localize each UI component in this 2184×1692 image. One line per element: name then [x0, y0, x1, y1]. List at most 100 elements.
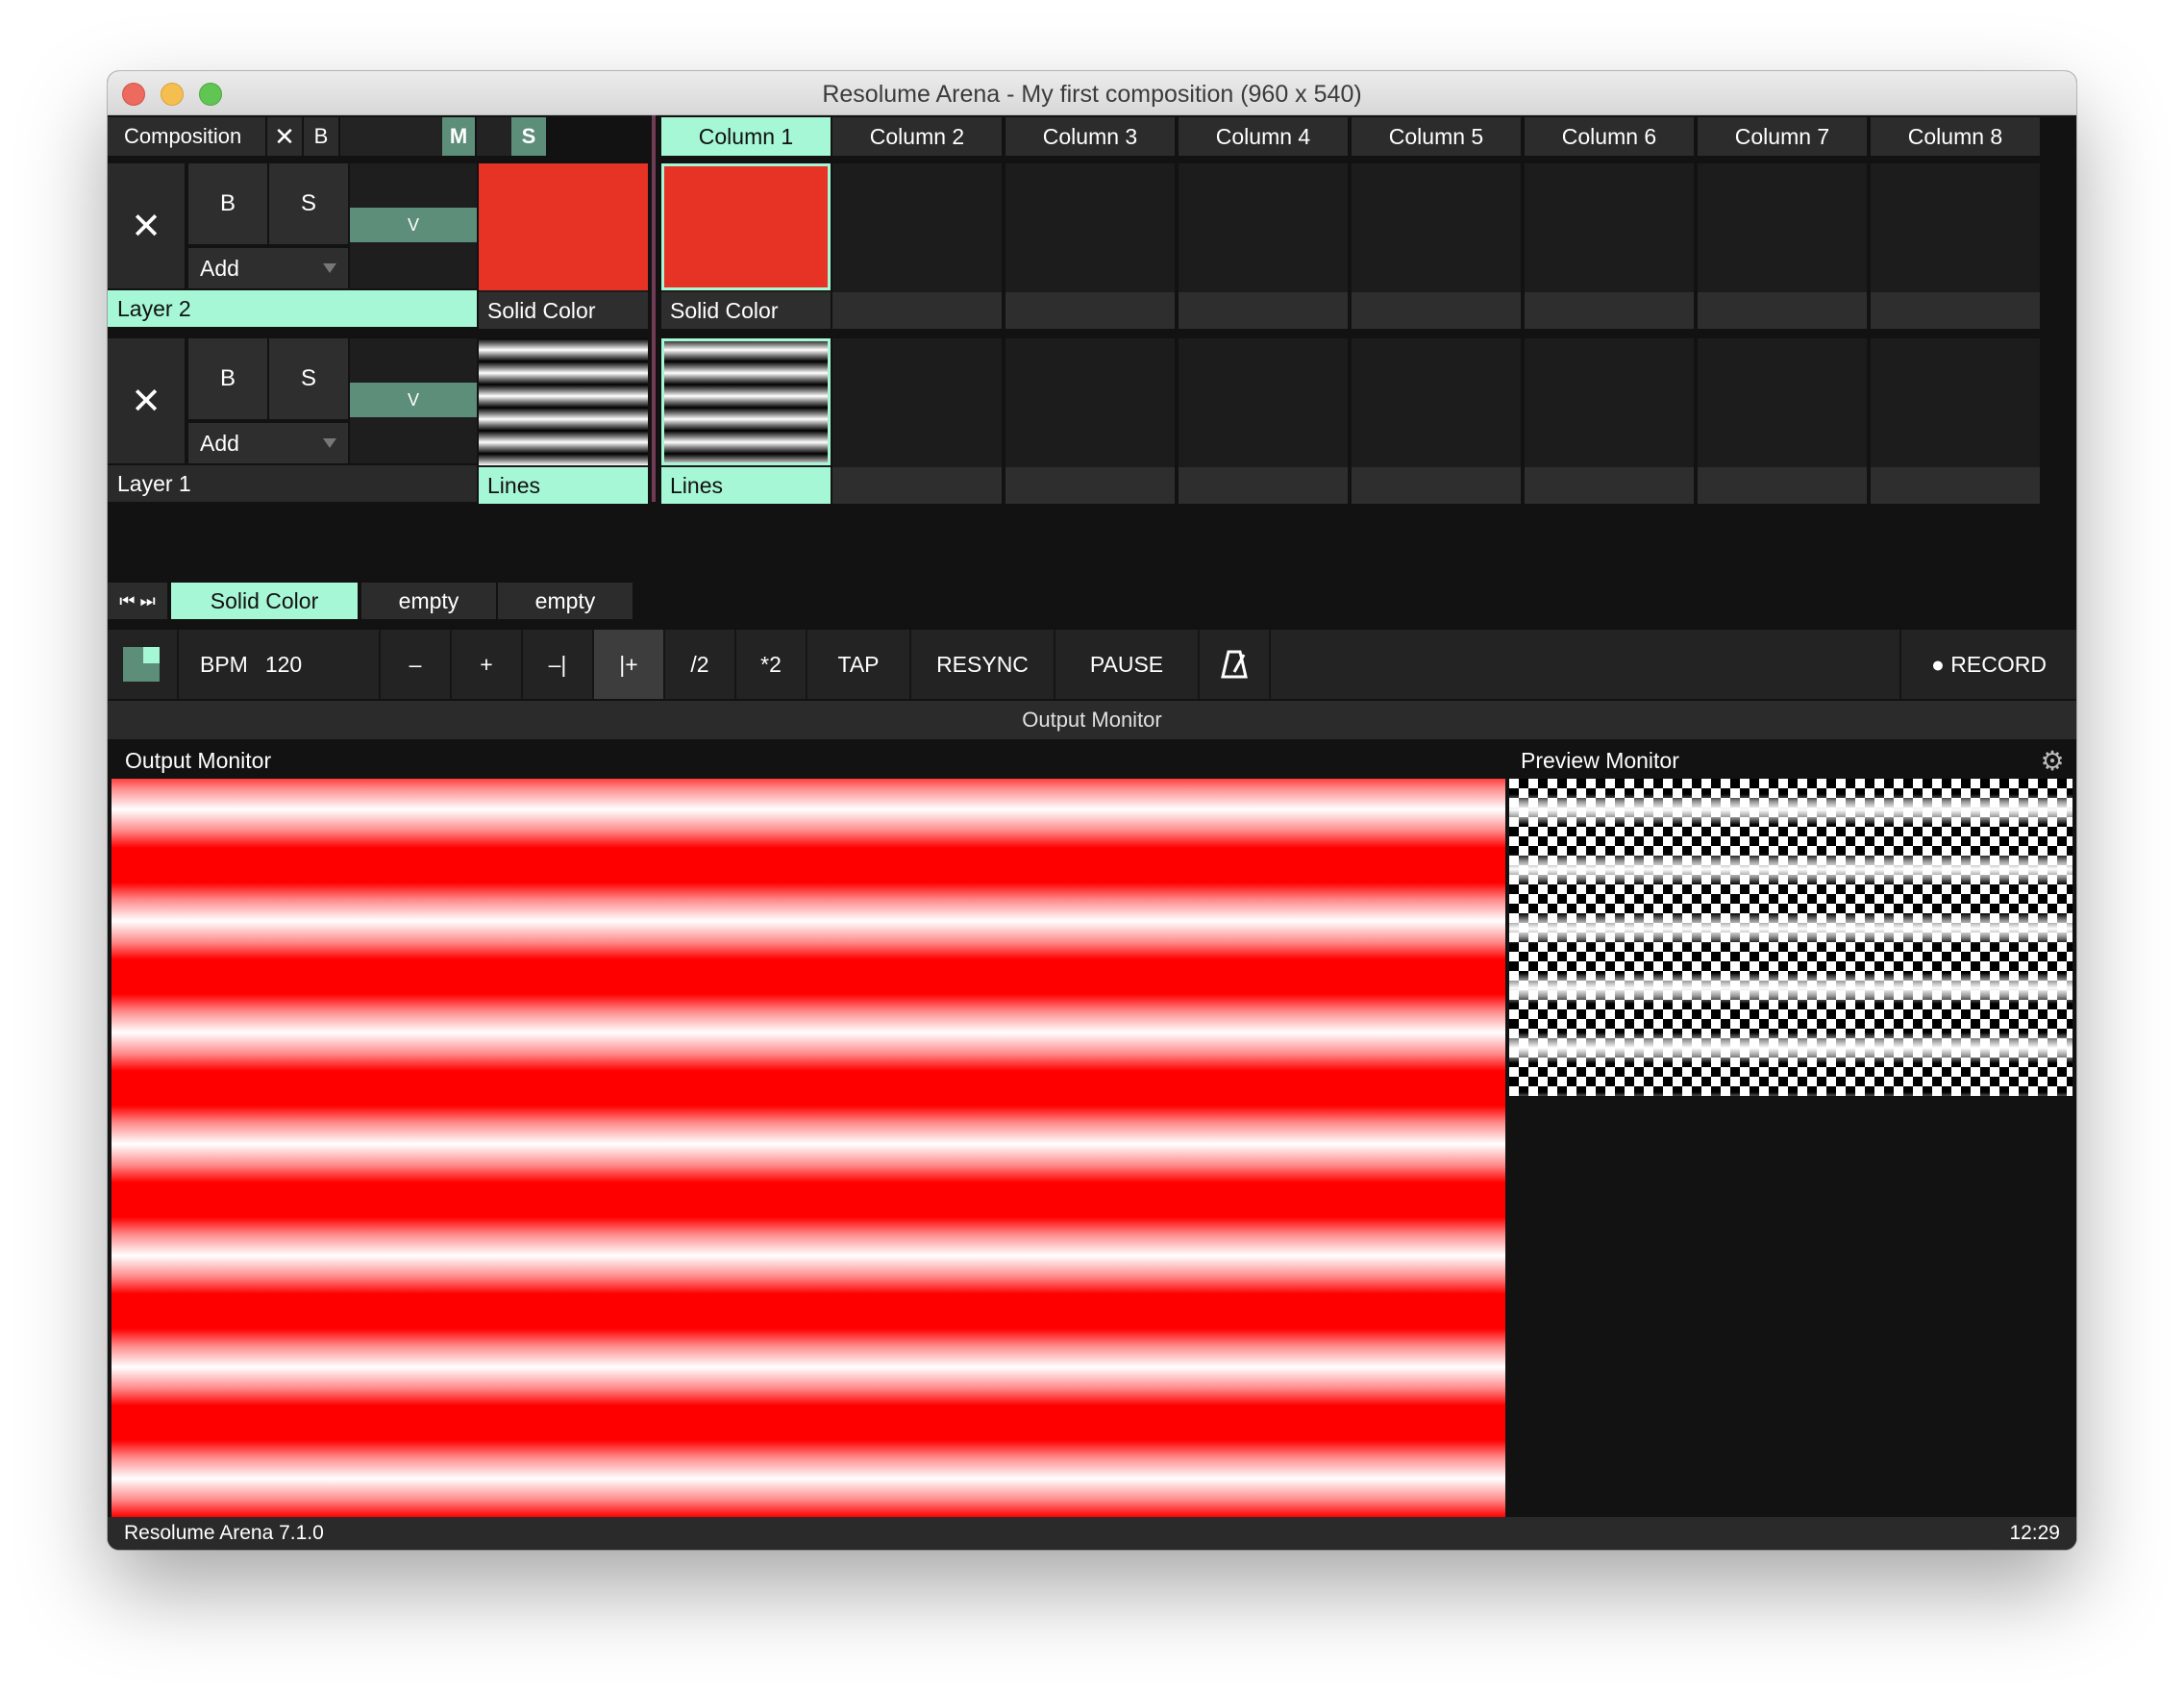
layer-2-clip-8[interactable]: [1871, 163, 2040, 329]
column-divider: [652, 115, 656, 502]
metronome-icon[interactable]: [1200, 630, 1271, 699]
clip-label: [1179, 467, 1348, 504]
clip-thumbnail: [661, 338, 831, 465]
clip-thumbnail: [661, 163, 831, 290]
clip-label: Lines: [661, 467, 831, 504]
layer-1-clip-5[interactable]: [1352, 338, 1521, 504]
tap-button[interactable]: TAP: [807, 630, 911, 699]
clip-label: [1005, 292, 1175, 329]
clip-thumbnail: [479, 163, 648, 290]
layer-1-clip-8[interactable]: [1871, 338, 2040, 504]
layer-2-clip-5[interactable]: [1352, 163, 1521, 329]
composition-button[interactable]: Composition: [108, 117, 265, 156]
add-label: Add: [200, 430, 239, 456]
layer-2-video-toggle[interactable]: V: [350, 208, 477, 242]
bpm-decrease-button[interactable]: –: [381, 630, 452, 699]
deck-navigation[interactable]: ⏮ ⏭: [108, 583, 167, 619]
clip-label: [1698, 467, 1867, 504]
chevron-down-icon: [323, 263, 336, 273]
layer-2-solo-button[interactable]: S: [269, 163, 348, 244]
layer-2-clip-3[interactable]: [1005, 163, 1175, 329]
layer-2-clip-7[interactable]: [1698, 163, 1867, 329]
record-button[interactable]: ● RECORD: [1899, 630, 2076, 699]
pause-button[interactable]: PAUSE: [1055, 630, 1200, 699]
composition-bypass-button[interactable]: B: [304, 117, 338, 156]
deck-tab-1[interactable]: Solid Color: [171, 583, 358, 619]
double-bpm-button[interactable]: *2: [736, 630, 807, 699]
layer-2-name[interactable]: Layer 2: [108, 290, 477, 327]
bpm-label: BPM: [200, 651, 248, 677]
layer-1-clip-6[interactable]: [1525, 338, 1694, 504]
gear-icon[interactable]: ⚙: [2040, 746, 2065, 776]
layer-1-bypass-button[interactable]: B: [188, 338, 267, 419]
clip-label: [1352, 467, 1521, 504]
clip-label: [832, 467, 1002, 504]
nudge-forward-button[interactable]: |+: [594, 630, 665, 699]
layer-1-name[interactable]: Layer 1: [108, 465, 477, 502]
column-header-2[interactable]: Column 2: [832, 117, 1002, 156]
layer-2-clip-2[interactable]: [832, 163, 1002, 329]
composition-spacer: [477, 117, 511, 156]
column-header-5[interactable]: Column 5: [1352, 117, 1521, 156]
layer-1-clip-4[interactable]: [1179, 338, 1348, 504]
status-bar: Resolume Arena 7.1.0 12:29: [108, 1517, 2076, 1550]
deck-tab-3[interactable]: empty: [498, 583, 633, 619]
clip-label: [1698, 292, 1867, 329]
column-header-4[interactable]: Column 4: [1179, 117, 1348, 156]
app-content: Composition ✕ B M S Column 1 Column 2 Co…: [108, 115, 2076, 1550]
clip-label: Solid Color: [479, 292, 648, 329]
layer-2-clip-1[interactable]: Solid Color: [661, 163, 831, 329]
preview-monitor[interactable]: [1509, 779, 2072, 1096]
layer-1-add-dropdown[interactable]: Add: [188, 423, 348, 463]
resync-button[interactable]: RESYNC: [911, 630, 1055, 699]
window-title: Resolume Arena - My first composition (9…: [822, 81, 1362, 108]
crossfader-icon[interactable]: [108, 630, 179, 699]
bpm-value: 120: [264, 651, 303, 677]
layer-2-clear-button[interactable]: ✕: [108, 163, 185, 288]
output-monitor-label: Output Monitor: [125, 747, 272, 773]
layer-1-video-toggle[interactable]: V: [350, 383, 477, 417]
column-header-1[interactable]: Column 1: [661, 117, 831, 156]
layer-2-add-dropdown[interactable]: Add: [188, 248, 348, 288]
layer-1-clip-3[interactable]: [1005, 338, 1175, 504]
output-monitor[interactable]: [112, 779, 1505, 1550]
composition-spacer: [340, 117, 442, 156]
half-bpm-button[interactable]: /2: [665, 630, 736, 699]
clip-label: [1871, 292, 2040, 329]
layer-2-preview-clip[interactable]: Solid Color: [479, 163, 648, 329]
clip-label: [1871, 467, 2040, 504]
layer-1-preview-clip[interactable]: Lines: [479, 338, 648, 504]
layer-1-solo-button[interactable]: S: [269, 338, 348, 419]
clip-label: [832, 292, 1002, 329]
column-header-6[interactable]: Column 6: [1525, 117, 1694, 156]
layer-2-clip-4[interactable]: [1179, 163, 1348, 329]
app-window: Resolume Arena - My first composition (9…: [108, 71, 2076, 1550]
clip-label: [1179, 292, 1348, 329]
bpm-display[interactable]: BPM 120: [179, 630, 381, 699]
clip-label: [1352, 292, 1521, 329]
deck-tab-2[interactable]: empty: [361, 583, 496, 619]
composition-solo-button[interactable]: S: [511, 117, 546, 156]
clip-thumbnail: [479, 338, 648, 465]
bpm-increase-button[interactable]: +: [452, 630, 523, 699]
layer-2-clip-6[interactable]: [1525, 163, 1694, 329]
chevron-down-icon: [323, 438, 336, 448]
layer-1-clip-2[interactable]: [832, 338, 1002, 504]
column-header-8[interactable]: Column 8: [1871, 117, 2040, 156]
add-label: Add: [200, 255, 239, 281]
clip-label: Solid Color: [661, 292, 831, 329]
composition-clear-button[interactable]: ✕: [267, 117, 302, 156]
clip-label: Lines: [479, 467, 648, 504]
layer-1-clip-7[interactable]: [1698, 338, 1867, 504]
column-header-3[interactable]: Column 3: [1005, 117, 1175, 156]
clip-label: [1005, 467, 1175, 504]
composition-master-button[interactable]: M: [442, 117, 475, 156]
transport-bar: BPM 120 – + –| |+ /2 *2 TAP RESYNC PAUSE…: [108, 630, 2076, 699]
layer-2-bypass-button[interactable]: B: [188, 163, 267, 244]
layer-1-clear-button[interactable]: ✕: [108, 338, 185, 463]
layer-1-clip-1[interactable]: Lines: [661, 338, 831, 504]
panel-title: Output Monitor: [108, 701, 2076, 739]
nudge-back-button[interactable]: –|: [523, 630, 594, 699]
column-header-7[interactable]: Column 7: [1698, 117, 1867, 156]
metronome-icon-svg: [1221, 650, 1248, 679]
